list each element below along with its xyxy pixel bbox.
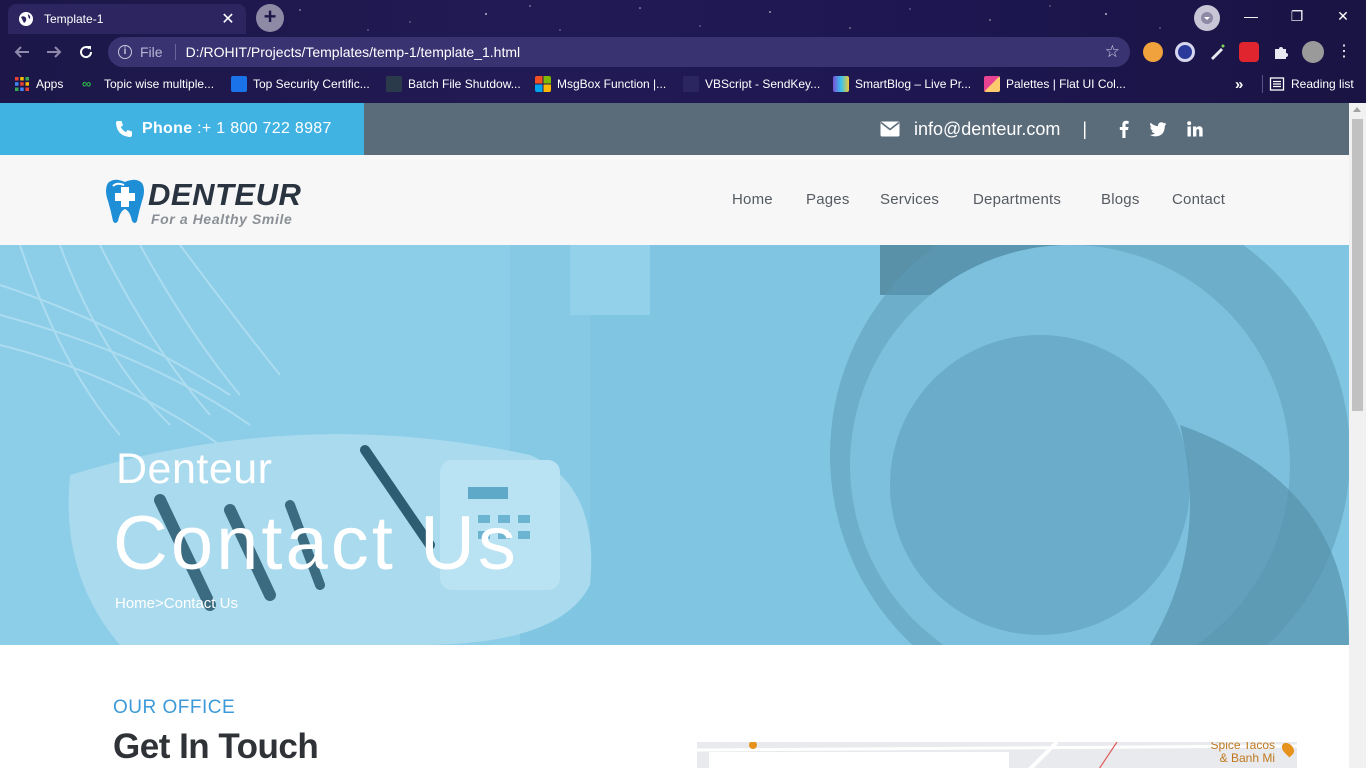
arrow-left-icon <box>14 46 29 58</box>
linkedin-icon[interactable] <box>1187 121 1203 137</box>
bookmark-favicon-icon <box>984 76 1000 92</box>
nav-pages[interactable]: Pages <box>806 191 850 208</box>
minimize-button[interactable]: — <box>1228 2 1274 30</box>
bookmark-label: Topic wise multiple... <box>104 77 215 91</box>
reload-icon <box>80 46 93 59</box>
bookmark-favicon-icon <box>231 76 247 92</box>
address-bar[interactable]: i File D:/ROHIT/Projects/Templates/temp-… <box>108 37 1130 67</box>
back-button[interactable] <box>10 40 34 64</box>
browser-chrome: Template-1 ✕ + — ❐ ✕ i File D:/ROHIT/Pro… <box>0 0 1366 103</box>
twitter-icon[interactable] <box>1149 121 1167 137</box>
bookmark-star-icon[interactable]: ☆ <box>1105 42 1120 62</box>
reading-list-icon <box>1269 77 1285 91</box>
chevron-down-icon <box>1201 12 1213 24</box>
extension-block-icon[interactable] <box>1175 42 1195 62</box>
scroll-thumb[interactable] <box>1352 119 1363 411</box>
phone-icon <box>116 121 132 137</box>
nav-departments[interactable]: Departments <box>973 191 1061 208</box>
email-link[interactable]: info@denteur.com <box>914 119 1060 140</box>
bookmark-vbscript[interactable]: VBScript - SendKey... <box>683 75 820 93</box>
windows-logo-icon <box>535 76 551 92</box>
bookmark-label: Top Security Certific... <box>253 77 370 91</box>
bookmark-msgbox[interactable]: MsgBox Function |... <box>535 75 666 93</box>
logo-title: DENTEUR <box>148 177 302 212</box>
bookmark-label: VBScript - SendKey... <box>705 77 821 91</box>
map-place-label: Spice Tacos & Banh Mi <box>1210 742 1275 765</box>
menu-kebab-icon[interactable]: ⋮ <box>1334 42 1354 62</box>
bookmark-label: Palettes | Flat UI Col... <box>1006 77 1126 91</box>
section-label: OUR OFFICE <box>113 697 236 718</box>
bookmark-security-cert[interactable]: Top Security Certific... <box>231 75 370 93</box>
breadcrumb[interactable]: Home>Contact Us <box>115 595 238 612</box>
bookmark-favicon-icon <box>683 76 699 92</box>
envelope-icon <box>880 121 900 137</box>
extension-pen-icon[interactable] <box>1207 42 1227 62</box>
restore-button[interactable]: ❐ <box>1274 2 1320 30</box>
bookmarks-bar: Apps ∞ Topic wise multiple... Top Securi… <box>0 70 1366 98</box>
tab-close-icon[interactable]: ✕ <box>220 9 236 29</box>
bookmark-favicon-icon: ∞ <box>82 76 92 91</box>
facebook-icon[interactable] <box>1119 120 1129 138</box>
omnibox-divider <box>174 44 176 60</box>
new-tab-button[interactable]: + <box>256 4 284 32</box>
bookmark-smartblog[interactable]: SmartBlog – Live Pr... <box>833 75 971 93</box>
topbar-separator: | <box>1082 118 1088 139</box>
scroll-up-arrow-icon[interactable] <box>1353 107 1361 112</box>
toolbar: i File D:/ROHIT/Projects/Templates/temp-… <box>0 36 1366 68</box>
apps-grid-icon <box>15 77 29 91</box>
close-window-button[interactable]: ✕ <box>1320 2 1366 30</box>
nav-blogs[interactable]: Blogs <box>1101 191 1140 208</box>
contact-topbar: Phone :+ 1 800 722 8987 info@denteur.com… <box>0 103 1349 155</box>
avatar[interactable] <box>1302 41 1324 63</box>
bookmark-label: Batch File Shutdow... <box>408 77 521 91</box>
hero-subtitle: Denteur <box>116 445 273 493</box>
hero-title: Contact Us <box>113 501 519 586</box>
logo-text: DENTEUR For a Healthy Smile <box>148 177 302 228</box>
reading-list-label: Reading list <box>1291 77 1354 91</box>
tooth-logo-icon <box>106 179 144 223</box>
info-icon[interactable]: i <box>118 45 132 59</box>
hero-banner: Denteur Contact Us Home>Contact Us <box>0 245 1349 645</box>
arrow-right-icon <box>47 46 62 58</box>
forward-button[interactable] <box>42 40 66 64</box>
puzzle-icon[interactable] <box>1271 42 1291 62</box>
nav-services[interactable]: Services <box>880 191 939 208</box>
bookmark-favicon-icon <box>386 76 402 92</box>
more-bookmarks-label: » <box>1235 75 1244 93</box>
phone-box: Phone :+ 1 800 722 8987 <box>0 103 364 155</box>
site-header: DENTEUR For a Healthy Smile Home Pages S… <box>0 155 1349 245</box>
bookmark-label: SmartBlog – Live Pr... <box>855 77 972 91</box>
nav-contact[interactable]: Contact <box>1172 191 1225 208</box>
location-map[interactable]: Spice Tacos & Banh Mi <box>697 742 1297 768</box>
bookmark-palettes[interactable]: Palettes | Flat UI Col... <box>984 75 1126 93</box>
web-page: Phone :+ 1 800 722 8987 info@denteur.com… <box>0 103 1349 768</box>
extension-owl-icon[interactable] <box>1143 42 1163 62</box>
page-scrollbar[interactable] <box>1349 103 1366 768</box>
tab-search-button[interactable] <box>1194 5 1220 31</box>
bookmark-label: Apps <box>36 77 64 91</box>
more-bookmarks-button[interactable]: » <box>1235 75 1243 93</box>
browser-tab[interactable]: Template-1 ✕ <box>8 4 246 34</box>
bookmark-favicon-icon <box>833 76 849 92</box>
tab-title: Template-1 <box>44 12 104 26</box>
logo-tagline: For a Healthy Smile <box>151 211 293 227</box>
scheme-label: File <box>140 44 163 60</box>
bookmark-batch-file[interactable]: Batch File Shutdow... <box>386 75 521 93</box>
bookmark-label: MsgBox Function |... <box>557 77 667 91</box>
extension-red-icon[interactable] <box>1239 42 1259 62</box>
url-text[interactable]: D:/ROHIT/Projects/Templates/temp-1/templ… <box>186 44 1105 60</box>
nav-home[interactable]: Home <box>732 191 773 208</box>
globe-icon <box>19 12 33 26</box>
section-heading: Get In Touch <box>113 727 319 766</box>
site-logo[interactable]: DENTEUR For a Healthy Smile <box>104 179 301 227</box>
bookmark-topic-wise[interactable]: ∞ Topic wise multiple... <box>82 75 214 93</box>
phone-text: Phone :+ 1 800 722 8987 <box>142 120 332 138</box>
map-roads <box>697 742 1297 768</box>
phone-label: Phone <box>142 120 193 137</box>
bookmark-apps[interactable]: Apps <box>14 75 63 93</box>
reload-button[interactable] <box>74 40 98 64</box>
topbar-right: info@denteur.com | <box>880 103 1213 155</box>
reading-list-button[interactable]: Reading list <box>1262 75 1354 93</box>
phone-number[interactable]: :+ 1 800 722 8987 <box>192 120 331 137</box>
